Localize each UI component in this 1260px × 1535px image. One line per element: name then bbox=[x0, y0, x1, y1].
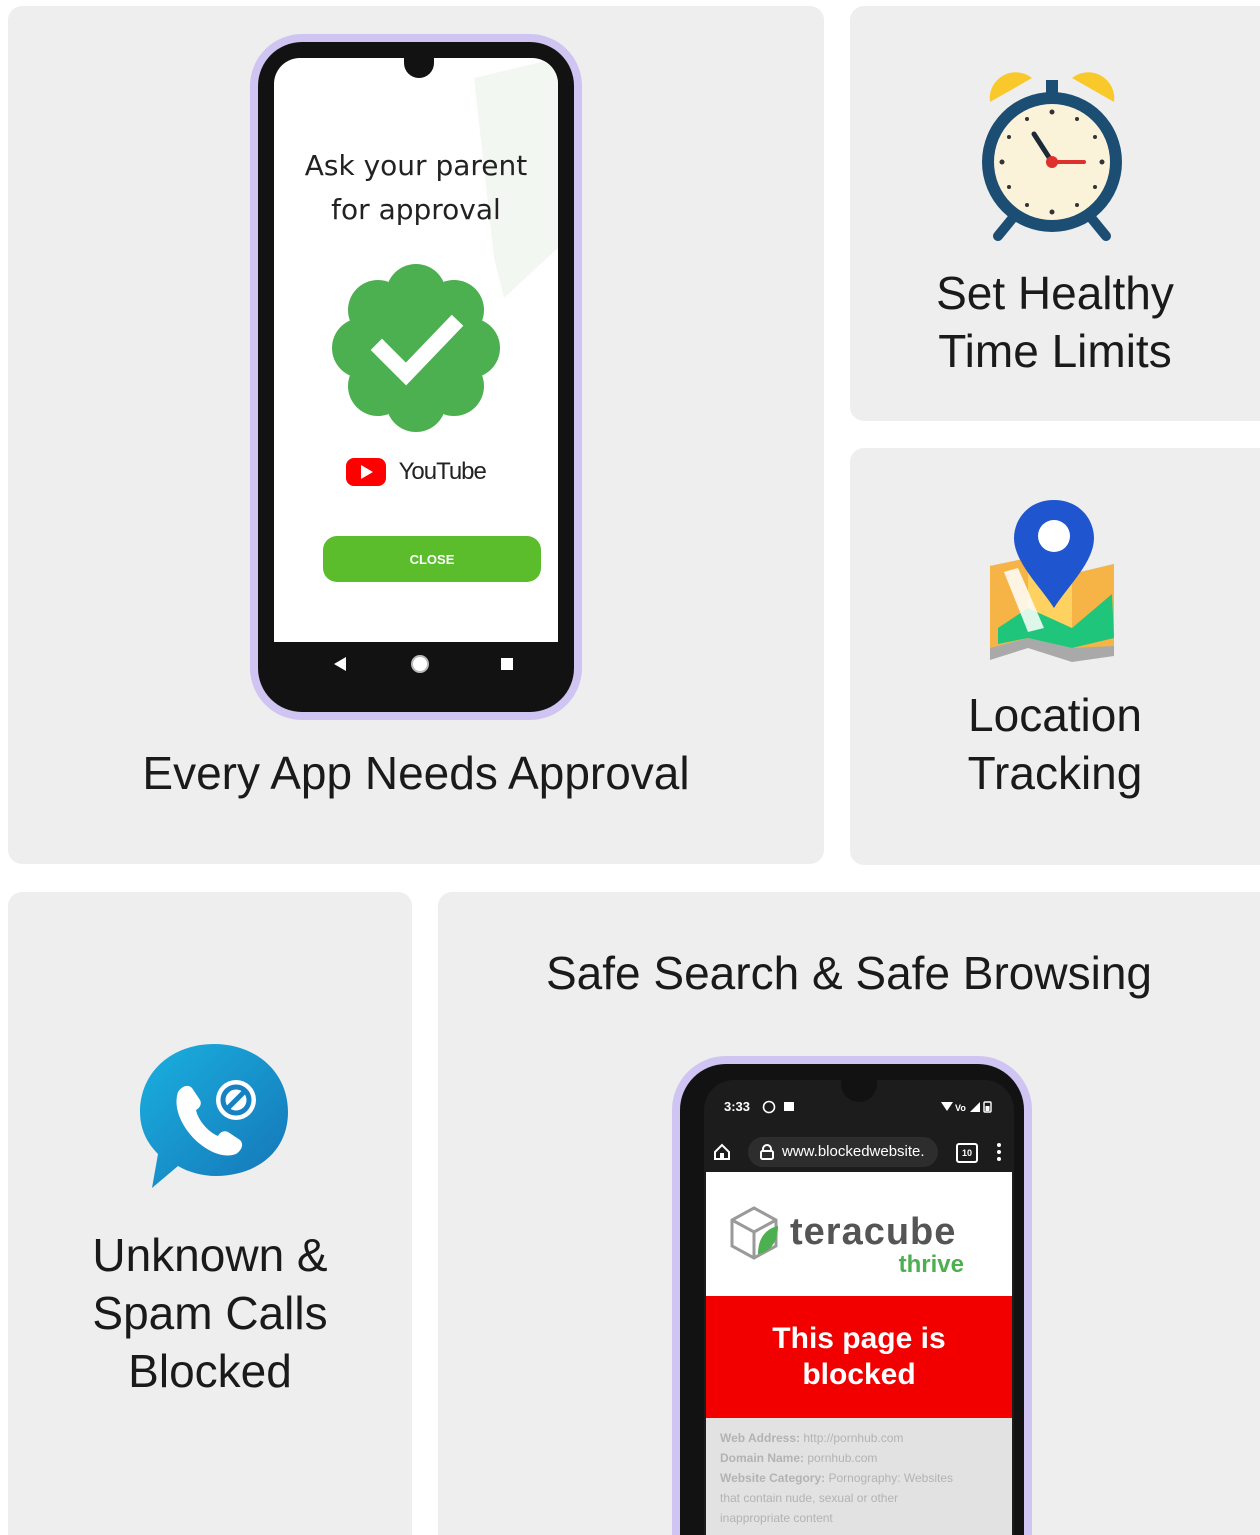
caption-time-limits-line2: Time Limits bbox=[938, 325, 1172, 377]
browser-toolbar: www.blockedwebsite. 10 bbox=[704, 1132, 1014, 1172]
url-input[interactable]: www.blockedwebsite. bbox=[748, 1137, 938, 1167]
message-icon bbox=[784, 1102, 794, 1111]
tile-safe-browsing: Safe Search & Safe Browsing 3:33 Vo www.… bbox=[438, 892, 1260, 1535]
caption-time-limits-line1: Set Healthy bbox=[936, 267, 1174, 319]
phone-screen: 3:33 Vo www.blockedwebsite. 10 teracube … bbox=[704, 1080, 1014, 1535]
cell-signal-icon bbox=[970, 1102, 980, 1112]
approval-prompt-line2: for approval bbox=[331, 193, 501, 226]
brand-subname: thrive bbox=[898, 1251, 964, 1278]
alarm-clock-icon bbox=[982, 72, 1122, 241]
svg-text:Vo: Vo bbox=[955, 1103, 966, 1113]
caption-location-tracking: Location Tracking bbox=[850, 686, 1260, 802]
approved-check-icon bbox=[332, 264, 500, 432]
caption-calls-line2: Spam Calls bbox=[92, 1287, 328, 1339]
blocked-page: teracube thrive This page is blocked Web… bbox=[706, 1172, 1012, 1535]
caption-app-approval: Every App Needs Approval bbox=[142, 747, 690, 799]
close-button[interactable]: CLOSE bbox=[323, 536, 541, 582]
caption-location-line1: Location bbox=[968, 689, 1142, 741]
url-text: www.blockedwebsite. bbox=[782, 1143, 925, 1160]
detail-row: inappropriate content bbox=[720, 1511, 833, 1525]
app-identity: YouTube bbox=[274, 458, 558, 490]
tile-location-tracking: Location Tracking bbox=[850, 448, 1260, 865]
detail-row: that contain nude, sexual or other bbox=[720, 1491, 899, 1505]
back-icon[interactable] bbox=[334, 657, 346, 671]
map-pin-icon bbox=[990, 500, 1114, 662]
tile-app-approval: Ask your parent for approval YouTube CLO… bbox=[8, 6, 824, 864]
home-icon[interactable] bbox=[411, 655, 429, 673]
phone-screen: Ask your parent for approval YouTube CLO… bbox=[274, 58, 558, 642]
phone-bezel: 3:33 Vo www.blockedwebsite. 10 teracube … bbox=[680, 1064, 1024, 1535]
recents-icon[interactable] bbox=[501, 658, 513, 670]
caption-calls-line3: Blocked bbox=[128, 1345, 292, 1397]
lock-icon bbox=[760, 1144, 774, 1160]
phone-mockup-approval: Ask your parent for approval YouTube CLO… bbox=[250, 34, 582, 720]
status-bar: 3:33 Vo bbox=[704, 1080, 1014, 1132]
home-icon[interactable] bbox=[712, 1142, 732, 1162]
wifi-icon bbox=[941, 1102, 953, 1111]
signal-icons: Vo bbox=[941, 1101, 992, 1113]
blocked-line1: This page is bbox=[772, 1322, 946, 1355]
tile-time-limits: Set Healthy Time Limits bbox=[850, 6, 1260, 421]
tile-spam-calls: Unknown & Spam Calls Blocked bbox=[8, 892, 412, 1535]
youtube-logo-icon bbox=[346, 458, 387, 486]
more-menu-icon[interactable] bbox=[996, 1142, 1002, 1162]
teracube-logo-icon bbox=[730, 1206, 778, 1260]
blocked-banner: This page is blocked bbox=[706, 1296, 1012, 1418]
phone-bezel: Ask your parent for approval YouTube CLO… bbox=[258, 42, 574, 712]
detail-row: Web Address: http://pornhub.com bbox=[720, 1431, 904, 1445]
notification-icons bbox=[762, 1100, 794, 1114]
whatsapp-icon bbox=[762, 1100, 776, 1114]
phone-mockup-browser: 3:33 Vo www.blockedwebsite. 10 teracube … bbox=[672, 1056, 1032, 1535]
caption-location-line2: Tracking bbox=[967, 747, 1143, 799]
android-nav-bar bbox=[334, 655, 513, 673]
brand-name: teracube bbox=[790, 1211, 957, 1253]
caption-time-limits: Set Healthy Time Limits bbox=[850, 264, 1260, 380]
caption-safe-browsing: Safe Search & Safe Browsing bbox=[546, 947, 1152, 999]
detail-row: Domain Name: pornhub.com bbox=[720, 1451, 878, 1465]
camera-notch bbox=[841, 1080, 877, 1102]
status-time: 3:33 bbox=[724, 1099, 751, 1114]
approval-prompt-line1: Ask your parent bbox=[304, 149, 528, 182]
caption-calls-line1: Unknown & bbox=[92, 1229, 328, 1281]
app-name: YouTube bbox=[398, 458, 487, 485]
caption-spam-calls: Unknown & Spam Calls Blocked bbox=[8, 1226, 412, 1400]
detail-row: Website Category: Pornography: Websites bbox=[720, 1471, 953, 1485]
block-details: Web Address: http://pornhub.com Domain N… bbox=[706, 1418, 1012, 1535]
blocked-call-icon bbox=[140, 1044, 288, 1188]
approval-prompt: Ask your parent for approval bbox=[274, 144, 558, 232]
blocked-line2: blocked bbox=[802, 1358, 916, 1391]
tab-count-button[interactable]: 10 bbox=[956, 1143, 978, 1163]
